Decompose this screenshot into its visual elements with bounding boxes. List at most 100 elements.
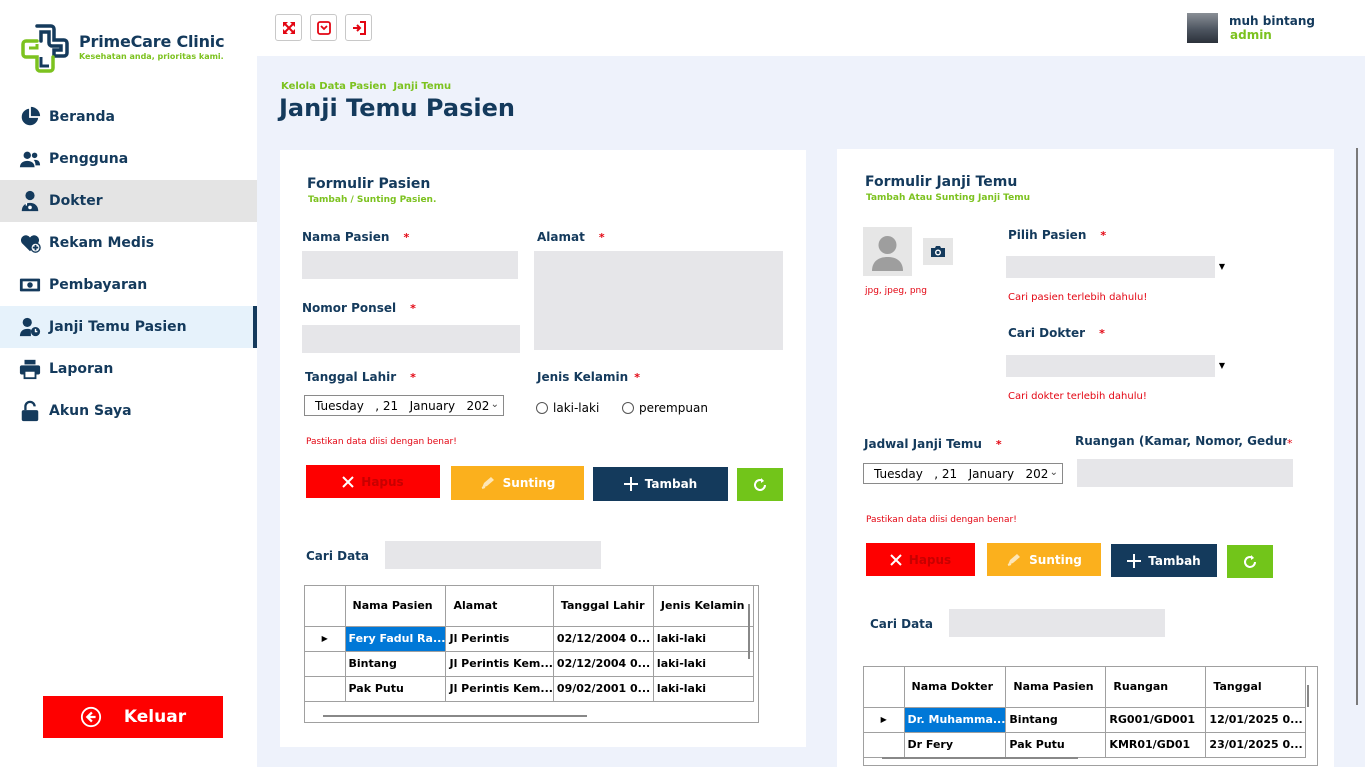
patient-table: Nama Pasien Alamat Tanggal Lahir Jenis K… <box>304 585 759 723</box>
select-patient-combobox[interactable]: ▼ <box>1006 256 1229 278</box>
table-cell[interactable]: Pak Putu <box>345 676 447 702</box>
table-cell[interactable]: Jl Perintis Kem... <box>445 651 554 677</box>
appointment-refresh-button[interactable] <box>1227 545 1273 578</box>
upload-photo-button[interactable] <box>923 238 953 265</box>
column-header[interactable]: Alamat <box>445 586 554 627</box>
patient-search-input[interactable] <box>385 541 601 569</box>
photo-format-hint: jpg, jpeg, png <box>865 286 927 296</box>
sidebar-item-laporan[interactable]: Laporan <box>0 348 257 390</box>
search-doctor-combobox[interactable]: ▼ <box>1006 355 1229 377</box>
horizontal-scrollbar[interactable] <box>323 715 587 717</box>
appointment-form-subtitle: Tambah Atau Sunting Janji Temu <box>866 193 1030 203</box>
room-input[interactable] <box>1077 459 1293 487</box>
column-header[interactable]: Nama Pasien <box>1005 667 1107 708</box>
column-header[interactable]: Jenis Kelamin <box>653 586 754 627</box>
sidebar-item-label: Beranda <box>49 109 115 125</box>
schedule-date-picker[interactable]: Tuesday , 21 January 202 ⌄ <box>863 463 1063 484</box>
column-header[interactable]: Tanggal <box>1205 667 1307 708</box>
appointment-delete-button[interactable]: Hapus <box>866 543 975 576</box>
appointment-add-button[interactable]: Tambah <box>1111 544 1217 577</box>
table-cell[interactable]: Pak Putu <box>1005 732 1107 758</box>
column-header[interactable]: Tanggal Lahir <box>553 586 654 627</box>
table-cell[interactable]: Fery Fadul Ra... <box>345 626 447 652</box>
table-cell[interactable]: laki-laki <box>653 676 754 702</box>
refresh-icon <box>754 477 766 491</box>
sidebar-item-beranda[interactable]: Beranda <box>0 96 257 138</box>
table-header-row: Nama Dokter Nama Pasien Ruangan Tanggal <box>864 667 1307 708</box>
column-header[interactable]: Ruangan <box>1105 667 1207 708</box>
address-textarea[interactable] <box>534 251 783 350</box>
sidebar: PrimeCare Clinic Kesehatan anda, priorit… <box>0 0 257 767</box>
table-row[interactable]: ▶ Dr. Muhamma... Bintang RG001/GD001 12/… <box>864 707 1307 733</box>
pencil-icon <box>1007 553 1021 566</box>
appointment-search-input[interactable] <box>949 609 1165 637</box>
table-cell[interactable]: Dr Fery <box>904 732 1007 758</box>
gender-radio-male[interactable]: laki-laki <box>536 401 599 415</box>
table-cell[interactable]: Jl Perintis Kem... <box>445 676 554 702</box>
gender-radio-female[interactable]: perempuan <box>622 401 708 415</box>
birth-date-picker[interactable]: Tuesday , 21 January 202 ⌄ <box>304 395 504 416</box>
table-cell[interactable]: 09/02/2001 0... <box>553 676 654 702</box>
column-header[interactable]: Nama Pasien <box>345 586 447 627</box>
table-row[interactable]: Pak Putu Jl Perintis Kem... 09/02/2001 0… <box>305 676 754 702</box>
minimize-box-icon <box>316 20 331 35</box>
logout-button[interactable]: Keluar <box>43 696 223 738</box>
table-header-row: Nama Pasien Alamat Tanggal Lahir Jenis K… <box>305 586 754 627</box>
table-row[interactable]: Bintang Jl Perintis Kem... 02/12/2004 0.… <box>305 651 754 677</box>
printer-icon <box>19 359 41 380</box>
table-row[interactable]: ▶ Fery Fadul Ra... Jl Perintis 02/12/200… <box>305 626 754 652</box>
table-cell[interactable]: RG001/GD001 <box>1105 707 1207 733</box>
sidebar-item-pembayaran[interactable]: Pembayaran <box>0 264 257 306</box>
table-cell[interactable]: 12/01/2025 0... <box>1205 707 1307 733</box>
plus-icon <box>623 477 638 491</box>
patient-delete-button[interactable]: Hapus <box>306 465 440 498</box>
patient-edit-button[interactable]: Sunting <box>451 466 584 500</box>
appointment-table: Nama Dokter Nama Pasien Ruangan Tanggal … <box>863 666 1318 766</box>
appointment-validation-message: Pastikan data diisi dengan benar! <box>866 515 1017 525</box>
table-cell[interactable]: Bintang <box>1005 707 1107 733</box>
patient-refresh-button[interactable] <box>737 468 783 501</box>
sidebar-item-dokter[interactable]: Dokter <box>0 180 257 222</box>
table-cell[interactable]: 02/12/2004 0... <box>553 651 654 677</box>
plus-icon <box>1127 553 1142 568</box>
room-required-mark: * <box>1287 437 1293 450</box>
page-scrollbar[interactable] <box>1356 148 1358 705</box>
unlock-icon <box>21 400 39 422</box>
table-cell[interactable]: 23/01/2025 0... <box>1205 732 1307 758</box>
close-icon <box>342 475 354 488</box>
table-cell[interactable]: 02/12/2004 0... <box>553 626 654 652</box>
sidebar-item-rekam-medis[interactable]: Rekam Medis <box>0 222 257 264</box>
appointment-edit-button[interactable]: Sunting <box>987 543 1101 576</box>
appointment-search-label: Cari Data <box>870 617 934 631</box>
table-cell[interactable]: laki-laki <box>653 626 754 652</box>
table-cell[interactable]: Dr. Muhamma... <box>904 707 1007 733</box>
sidebar-item-pengguna[interactable]: Pengguna <box>0 138 257 180</box>
row-header-cell <box>305 651 346 677</box>
column-header[interactable]: Nama Dokter <box>904 667 1007 708</box>
vertical-scrollbar[interactable] <box>1307 685 1309 707</box>
table-row[interactable]: Dr Fery Pak Putu KMR01/GD01 23/01/2025 0… <box>864 732 1307 758</box>
table-cell[interactable]: KMR01/GD01 <box>1105 732 1207 758</box>
row-header-cell <box>305 586 346 627</box>
sidebar-item-label: Pembayaran <box>49 277 148 293</box>
sidebar-item-akun-saya[interactable]: Akun Saya <box>0 390 257 432</box>
patient-name-input[interactable] <box>302 251 518 279</box>
sidebar-item-label: Laporan <box>49 361 114 377</box>
phone-input[interactable] <box>302 325 520 353</box>
vertical-scrollbar[interactable] <box>748 604 750 659</box>
table-cell[interactable]: Bintang <box>345 651 447 677</box>
minimize-button[interactable] <box>310 14 337 41</box>
sidebar-item-janji-temu[interactable]: Janji Temu Pasien <box>0 306 257 348</box>
table-cell[interactable]: laki-laki <box>653 651 754 677</box>
select-patient-label: Pilih Pasien * <box>1008 228 1107 242</box>
logout-label: Keluar <box>123 707 187 727</box>
expand-icon <box>282 21 295 34</box>
table-cell[interactable]: Jl Perintis <box>445 626 554 652</box>
patient-add-button[interactable]: Tambah <box>593 467 728 501</box>
user-clock-icon <box>19 317 41 337</box>
exit-button[interactable] <box>345 14 372 41</box>
user-role: admin <box>1230 28 1272 42</box>
birth-date-label: Tanggal Lahir * <box>305 370 416 384</box>
maximize-button[interactable] <box>275 14 302 41</box>
horizontal-scrollbar[interactable] <box>882 757 1078 759</box>
